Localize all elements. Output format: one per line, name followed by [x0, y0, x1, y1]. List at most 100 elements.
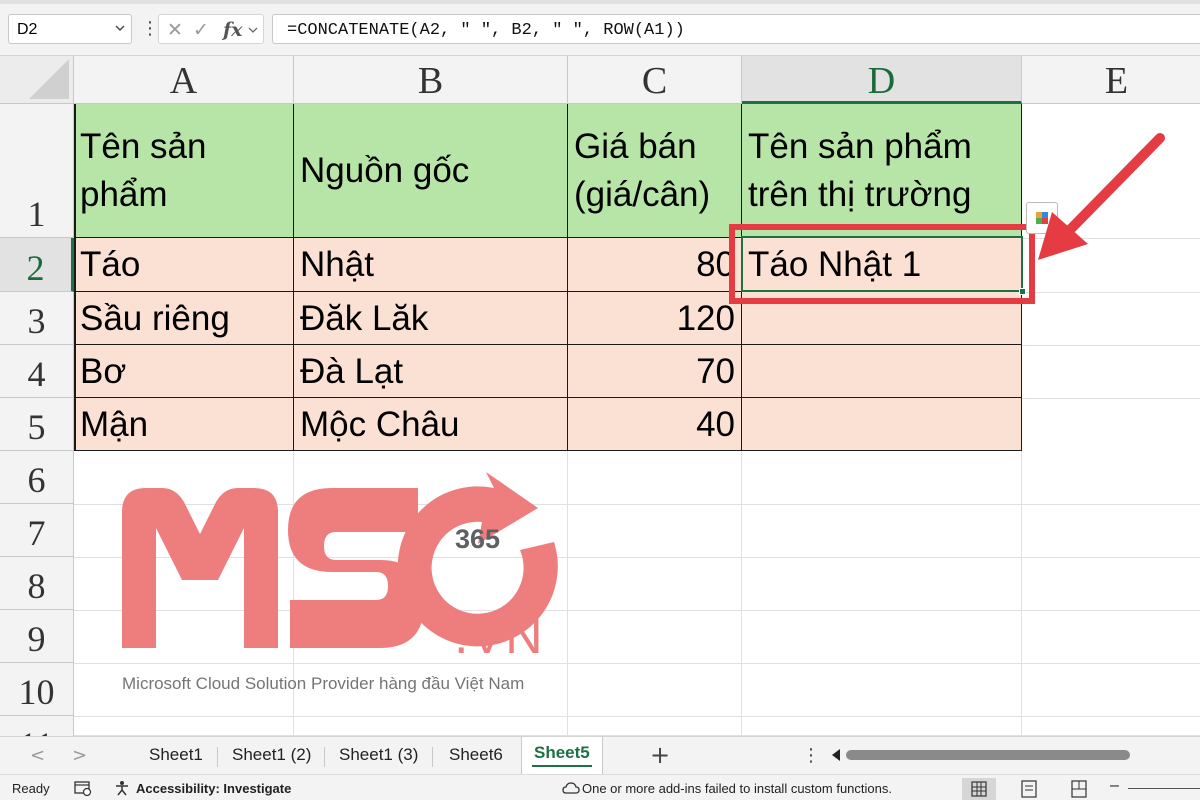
logo-365-text: 365: [455, 524, 501, 554]
horizontal-scrollbar[interactable]: [846, 750, 1130, 760]
row-header-5[interactable]: 5: [0, 398, 74, 451]
status-bar: Ready Accessibility: Investigate One or …: [0, 774, 1200, 800]
row-header-3[interactable]: 3: [0, 292, 74, 345]
tab-sheet5[interactable]: Sheet5: [521, 737, 603, 775]
gridline: [1022, 398, 1200, 399]
cell-c3[interactable]: 120: [568, 292, 742, 345]
cell-c1[interactable]: Giá bán (giá/cân): [568, 104, 742, 238]
cell-d5[interactable]: [742, 398, 1022, 451]
normal-view-icon: [971, 781, 987, 797]
name-box-value: D2: [17, 21, 38, 38]
add-sheet-button[interactable]: +: [650, 741, 670, 769]
formula-bar-buttons: ✕ ✓ fx: [158, 14, 264, 44]
row-number: 2: [26, 248, 45, 288]
next-sheet-icon[interactable]: >: [72, 745, 87, 766]
cell-b5[interactable]: Mộc Châu: [294, 398, 568, 451]
insert-function-icon[interactable]: fx: [223, 19, 243, 41]
tab-sheet1-2[interactable]: Sheet1 (2): [232, 745, 311, 765]
row-header-9[interactable]: 9: [0, 610, 74, 663]
row-number: 4: [27, 354, 46, 394]
tab-separator: [432, 747, 433, 767]
cell-c4[interactable]: 70: [568, 345, 742, 398]
column-header-e[interactable]: E: [1022, 56, 1200, 104]
cell-d4[interactable]: [742, 345, 1022, 398]
row-header-7[interactable]: 7: [0, 504, 74, 557]
cell-c5[interactable]: 40: [568, 398, 742, 451]
row-number: 11: [0, 724, 73, 736]
enter-icon[interactable]: ✓: [193, 19, 209, 41]
gridline: [1022, 345, 1200, 346]
row-header-10[interactable]: 10: [0, 663, 74, 716]
row-number: 9: [27, 619, 46, 659]
tab-sheet1[interactable]: Sheet1: [149, 745, 203, 765]
row-header-4[interactable]: 4: [0, 345, 74, 398]
logo-tagline: Microsoft Cloud Solution Provider hàng đ…: [122, 674, 525, 693]
cell-b3[interactable]: Đăk Lăk: [294, 292, 568, 345]
cell-b1[interactable]: Nguồn gốc: [294, 104, 568, 238]
column-header-d[interactable]: D: [742, 56, 1022, 104]
cell-a3[interactable]: Sầu riêng: [74, 292, 294, 345]
cell-b2[interactable]: Nhật: [294, 238, 568, 292]
empty-cells-d[interactable]: [742, 451, 1022, 736]
row-header-8[interactable]: 8: [0, 557, 74, 610]
formula-bar-grip-icon[interactable]: ⋮: [141, 18, 159, 39]
tab-sheet6[interactable]: Sheet6: [449, 745, 503, 765]
cell-a4[interactable]: Bơ: [74, 345, 294, 398]
previous-sheet-icon[interactable]: <: [30, 745, 45, 766]
cell-a1[interactable]: Tên sản phẩm: [74, 104, 294, 238]
ribbon-edge: [0, 0, 1200, 4]
worksheet-grid[interactable]: A B C D E 1 2 3 4 5 6 7 8 9 10 11 Tên sả…: [0, 56, 1200, 736]
active-tab-underline: [532, 765, 592, 767]
cancel-icon[interactable]: ✕: [167, 19, 183, 41]
zoom-slider[interactable]: [1128, 788, 1200, 789]
cell-b4[interactable]: Đà Lạt: [294, 345, 568, 398]
table-left-border: [74, 104, 76, 450]
normal-view-button[interactable]: [962, 778, 996, 800]
gridline: [74, 716, 1200, 717]
formula-bar: D2 ⋮ ✕ ✓ fx =CONCATENATE(A2, " ", B2, " …: [0, 0, 1200, 56]
select-all-button[interactable]: [0, 56, 74, 104]
cell-c2[interactable]: 80: [568, 238, 742, 292]
accessibility-status[interactable]: Accessibility: Investigate: [136, 781, 291, 796]
ready-status: Ready: [12, 781, 50, 796]
zoom-out-button[interactable]: –: [1110, 777, 1119, 795]
row-number: 6: [27, 460, 46, 500]
macro-recording-icon[interactable]: [74, 780, 92, 796]
row-header-11[interactable]: 11: [0, 716, 74, 736]
cloud-warning-icon: [562, 782, 580, 794]
scroll-left-icon[interactable]: [832, 749, 840, 761]
sheet-tab-bar: < > Sheet1 Sheet1 (2) Sheet1 (3) Sheet6 …: [0, 736, 1200, 775]
chevron-down-icon[interactable]: [115, 23, 125, 33]
row-number: 7: [27, 513, 46, 553]
empty-cells-c[interactable]: [568, 451, 742, 736]
accessibility-icon[interactable]: [113, 780, 131, 796]
more-options-icon[interactable]: ⋮: [802, 745, 820, 766]
row-header-1[interactable]: 1: [0, 104, 74, 238]
row-number: 3: [27, 301, 46, 341]
tab-separator: [324, 747, 325, 767]
cell-d1[interactable]: Tên sản phẩm trên thị trường: [742, 104, 1022, 238]
tab-separator: [217, 747, 218, 767]
select-all-triangle-icon: [29, 59, 69, 99]
row-number: 5: [27, 407, 46, 447]
row-header-6[interactable]: 6: [0, 451, 74, 504]
column-header-c[interactable]: C: [568, 56, 742, 104]
tab-sheet5-label: Sheet5: [534, 743, 590, 762]
page-break-icon: [1071, 780, 1087, 798]
row-header-2[interactable]: 2: [0, 238, 74, 292]
column-header-b[interactable]: B: [294, 56, 568, 104]
page-layout-icon: [1021, 780, 1037, 798]
chevron-down-icon[interactable]: [248, 25, 258, 35]
cell-a5[interactable]: Mận: [74, 398, 294, 451]
name-box[interactable]: D2: [8, 14, 132, 44]
addins-message[interactable]: One or more add-ins failed to install cu…: [582, 781, 892, 796]
page-break-view-button[interactable]: [1062, 778, 1096, 800]
formula-input[interactable]: =CONCATENATE(A2, " ", B2, " ", ROW(A1)): [272, 14, 1200, 44]
logo-domain-text: .VN: [454, 607, 544, 665]
row-number: 8: [27, 566, 46, 606]
annotation-highlight-box: [729, 224, 1035, 304]
page-layout-view-button[interactable]: [1012, 778, 1046, 800]
tab-sheet1-3[interactable]: Sheet1 (3): [339, 745, 418, 765]
column-header-a[interactable]: A: [74, 56, 294, 104]
cell-a2[interactable]: Táo: [74, 238, 294, 292]
